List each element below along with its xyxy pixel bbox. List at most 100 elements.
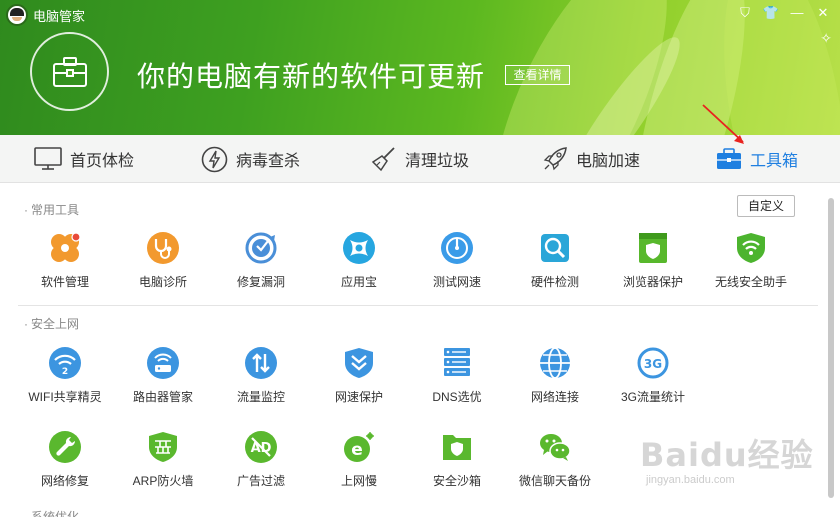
wifi-share-icon: 2 [49,347,81,379]
clinic-stethoscope-icon [147,232,179,264]
tab-clean-junk[interactable]: 清理垃圾 [371,135,469,183]
section-title-common: 常用工具 [24,201,79,218]
toolbox-circle [30,32,109,111]
app-logo [6,4,28,26]
tool-browser-protect[interactable]: 浏览器保护 [605,231,701,290]
tool-label: 微信聊天备份 [518,474,591,488]
3g-traffic-icon: 3G [637,347,669,379]
tool-label: 网络修复 [40,474,89,488]
network-repair-icon [49,431,81,463]
wechat-backup-icon [540,434,571,461]
tool-wifi-security[interactable]: 无线安全助手 [703,231,799,290]
app-title: 电脑管家 [33,9,86,24]
tool-dns-select[interactable]: DNS选优 [409,346,505,405]
tab-label: 病毒查杀 [236,153,301,170]
tool-speed-test[interactable]: 测试网速 [409,231,505,290]
watermark-logo: Baidu经验 [640,436,814,474]
tool-label: DNS选优 [432,390,482,404]
svg-text:e: e [351,440,363,460]
scrollbar[interactable] [828,198,834,498]
sparkle-icon[interactable]: ✧ [820,30,832,47]
tool-speed-protect[interactable]: 网速保护 [311,346,407,405]
customize-button[interactable]: 自定义 [737,195,795,217]
tab-home-checkup[interactable]: 首页体检 [34,135,134,183]
section-divider [18,305,818,306]
tool-arp-firewall[interactable]: ARP防火墙 [115,430,211,489]
tool-software-manager[interactable]: 软件管理 [17,231,113,290]
tool-label: 电脑诊所 [138,275,187,289]
tool-network-connect[interactable]: 网络连接 [507,346,603,405]
arp-firewall-icon [149,432,177,462]
tool-slow-internet[interactable]: e 上网慢 [311,430,407,489]
tool-label: 广告过滤 [236,474,285,488]
traffic-monitor-icon [245,347,277,379]
tool-label: 浏览器保护 [622,275,683,289]
minimize-icon[interactable]: — [788,4,806,22]
tool-label: 网络连接 [530,390,579,404]
red-arrow-annotation [702,104,744,144]
browser-protect-icon [639,233,667,263]
tool-traffic-monitor[interactable]: 流量监控 [213,346,309,405]
tool-pc-clinic[interactable]: 电脑诊所 [115,231,211,290]
section-title-system: 系统优化 [24,508,79,517]
router-manager-icon [147,347,179,379]
update-headline: 你的电脑有新的软件可更新 [137,61,486,92]
network-connect-icon [540,347,570,379]
tool-label: 无线安全助手 [714,275,787,289]
tool-ad-filter[interactable]: AD 广告过滤 [213,430,309,489]
tool-sandbox[interactable]: 安全沙箱 [409,430,505,489]
tool-wechat-backup[interactable]: 微信聊天备份 [507,430,603,489]
shirt-icon[interactable]: 👕 [762,4,780,22]
section-title-security: 安全上网 [24,315,79,332]
tool-label: 应用宝 [340,275,377,289]
ad-filter-icon: AD [245,431,277,463]
tool-vulnerability-repair[interactable]: 修复漏洞 [213,231,309,290]
tool-app-store[interactable]: 应用宝 [311,231,407,290]
close-icon[interactable]: ✕ [814,4,832,22]
tab-label: 电脑加速 [576,153,641,170]
tool-label: ARP防火墙 [132,474,194,488]
tool-hardware-detect[interactable]: 硬件检测 [507,231,603,290]
tool-3g-traffic[interactable]: 3G 3G流量统计 [605,346,701,405]
tool-label: 路由器管家 [132,390,193,404]
speed-test-icon [441,232,473,264]
tool-label: 测试网速 [432,275,481,289]
software-manager-icon [51,232,81,262]
tool-label: 网速保护 [334,390,383,404]
tool-label: 修复漏洞 [236,275,285,289]
toolbox-icon [53,57,87,87]
window-controls: ⛉ 👕 — ✕ [736,4,832,22]
wifi-security-icon [737,233,765,263]
hardware-detect-icon [541,234,569,262]
tab-speed-up[interactable]: 电脑加速 [542,135,640,183]
dns-select-icon [444,348,470,376]
sandbox-icon [443,435,471,460]
vulnerability-repair-icon [245,232,277,264]
tool-wifi-share[interactable]: 2 WIFI共享精灵 [17,346,113,405]
rocket-icon [543,147,567,171]
tool-label: 软件管理 [40,275,89,289]
shield-icon[interactable]: ⛉ [736,4,754,22]
tab-label: 工具箱 [750,153,799,170]
tab-virus-scan[interactable]: 病毒查杀 [201,135,300,183]
tab-label: 清理垃圾 [405,153,470,170]
tool-label: 安全沙箱 [432,474,481,488]
speed-protect-icon [345,348,373,378]
lightning-icon [201,146,228,172]
monitor-icon [34,147,62,170]
slow-internet-icon: e [344,432,374,462]
tool-network-repair[interactable]: 网络修复 [17,430,113,489]
tool-label: 上网慢 [340,474,377,488]
broom-icon [371,147,395,172]
app-store-icon [343,232,375,264]
tool-label: 3G流量统计 [620,390,685,404]
tool-label: 流量监控 [236,390,285,404]
svg-text:3G: 3G [644,357,662,371]
toolbox-icon [717,148,741,169]
baidu-watermark: Baidu经验 jingyan.baidu.com [640,430,814,486]
tool-label: 硬件检测 [530,275,579,289]
tab-label: 首页体检 [70,153,135,170]
svg-text:2: 2 [62,367,68,377]
view-details-button[interactable]: 查看详情 [505,65,570,85]
tool-router-manager[interactable]: 路由器管家 [115,346,211,405]
